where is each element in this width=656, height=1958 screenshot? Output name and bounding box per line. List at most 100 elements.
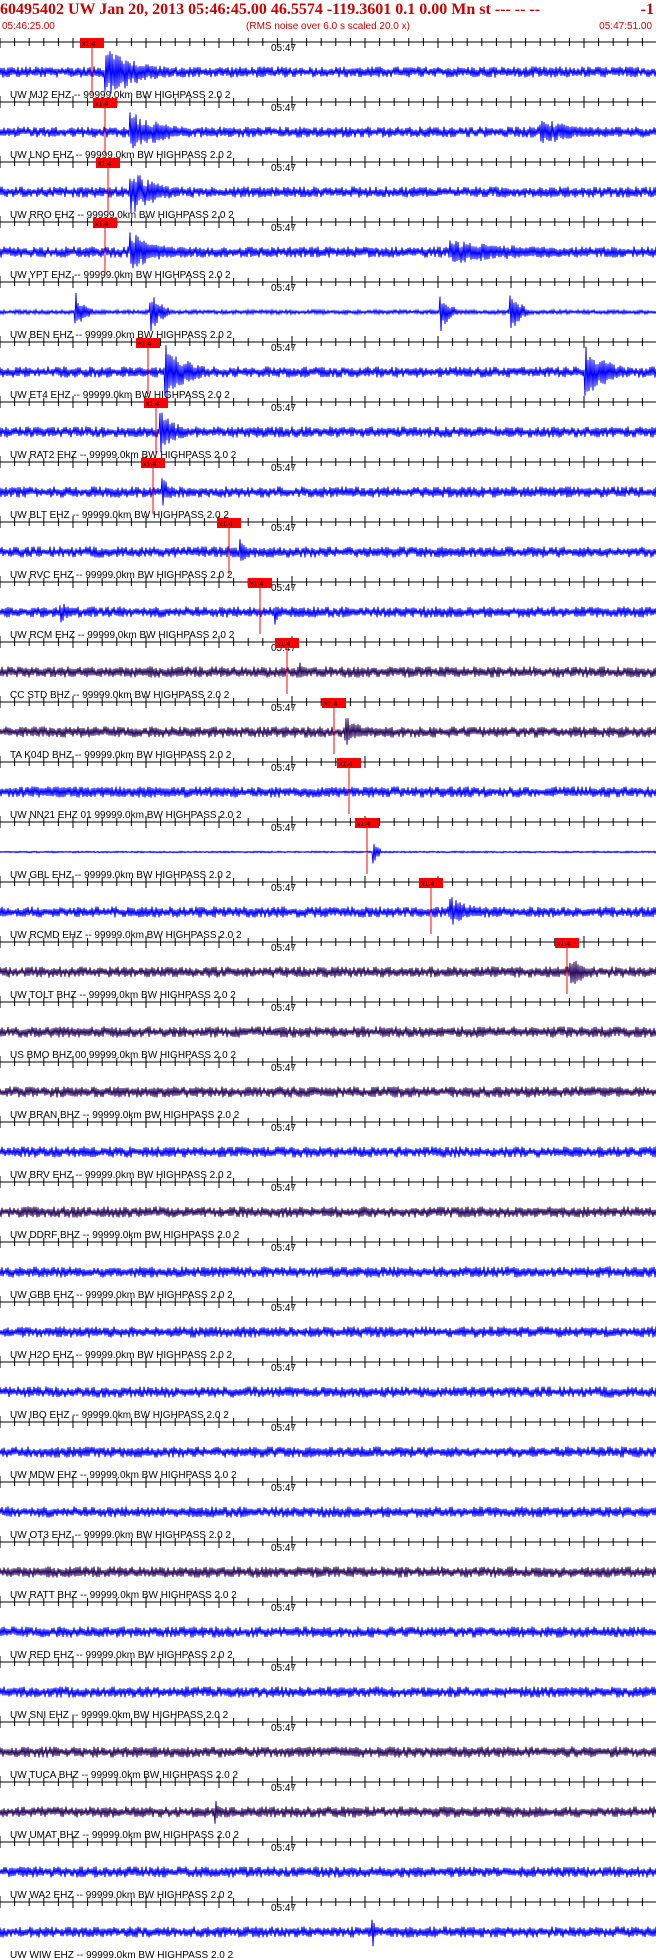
trace-4: 05:47 UW YPT EHZ -- 99999.0km BW HIGHPASS… xyxy=(0,216,656,281)
waveform xyxy=(0,175,656,213)
waveform xyxy=(0,1386,656,1398)
trace-15: 05:47 UW RCMD EHZ -- 99999.0km BW HIGHPAS… xyxy=(0,876,656,941)
pick-label: x1.4 xyxy=(277,641,290,648)
minute-label: 05:47 xyxy=(271,103,296,114)
trace-30: 05:47 UW UMAT BHZ -- 99999.0km BW HIGHPAS… xyxy=(0,1776,656,1841)
trace-24: 05:47UW MDW EHZ -- 99999.0km BW HIGHPASS… xyxy=(0,1416,656,1481)
minute-label: 05:47 xyxy=(271,883,296,894)
minute-label: 05:47 xyxy=(271,583,296,594)
trace-22: 05:47UW H2O EHZ -- 99999.0km BW HIGHPASS… xyxy=(0,1296,656,1361)
minute-label: 05:47 xyxy=(271,1243,296,1254)
waveform xyxy=(0,292,656,332)
trace-1: 05:47 UW MJ2 EHZ -- 99999.0km BW HIGHPASS… xyxy=(0,38,656,101)
pick-label: x1.4 xyxy=(143,461,156,468)
minute-label: 05:47 xyxy=(271,703,296,714)
rms-subtitle: (RMS noise over 6.0 s scaled 20.0 x) xyxy=(246,21,410,32)
trace-14: 05:47 UW GBL EHZ -- 99999.0km BW HIGHPASS… xyxy=(0,816,656,881)
pick-label: x1.4 xyxy=(82,41,95,48)
trace-29: 05:47UW TUCA BHZ -- 99999.0km BW HIGHPAS… xyxy=(0,1716,656,1781)
minute-label: 05:47 xyxy=(271,943,296,954)
waveform xyxy=(0,897,656,925)
pick-label: x1.4 xyxy=(557,941,570,948)
pick-label: x1.4 xyxy=(138,341,151,348)
minute-label: 05:47 xyxy=(271,1303,296,1314)
waveform xyxy=(0,1146,656,1158)
station-label: UW NN21 EHZ 01 99999.0km BW HIGHPASS 2.0… xyxy=(10,810,242,821)
station-label: UW UMAT BHZ -- 99999.0km BW HIGHPASS 2.0… xyxy=(10,1830,239,1841)
waveform xyxy=(0,1626,656,1638)
station-label: TA K04D BHZ -- 99999.0km BW HIGHPASS 2.0… xyxy=(10,750,232,761)
station-label: UW OT3 EHZ -- 99999.0km BW HIGHPASS 2.0 … xyxy=(10,1530,231,1541)
minute-label: 05:47 xyxy=(271,223,296,234)
station-label: UW GBL EHZ -- 99999.0km BW HIGHPASS 2.0 … xyxy=(10,870,232,881)
waveform xyxy=(0,232,656,269)
minute-label: 05:47 xyxy=(271,1123,296,1134)
pick-label: x1.4 xyxy=(357,821,370,828)
waveform xyxy=(0,786,656,798)
waveform xyxy=(0,718,656,745)
waveform xyxy=(0,1326,656,1338)
trace-5: 05:47UW BEN EHZ -- 99999.0km BW HIGHPASS… xyxy=(0,276,656,341)
trace-32: 05:47 UW WIW EHZ -- 99999.0km BW HIGHPASS… xyxy=(0,1896,656,1958)
time-range-bar: 05:46:25.00 (RMS noise over 6.0 s scaled… xyxy=(0,20,656,34)
trace-10: 05:47UW RCM EHZ -- 99999.0km BW HIGHPASS… xyxy=(0,576,656,641)
waveform xyxy=(0,112,656,149)
trace-19: 05:47UW BRV EHZ -- 99999.0km BW HIGHPASS… xyxy=(0,1116,656,1181)
trace-3: 05:47UW RRO EHZ -- 99999.0km BW HIGHPASS… xyxy=(0,156,656,221)
waveform xyxy=(0,539,656,561)
station-label: UW MJ2 EHZ -- 99999.0km BW HIGHPASS 2.0 … xyxy=(10,90,231,101)
trace-26: 05:47UW RATT BHZ -- 99999.0km BW HIGHPAS… xyxy=(0,1536,656,1601)
trace-23: 05:47 UW IBO EHZ -- 99999.0km BW HIGHPASS… xyxy=(0,1356,656,1421)
waveform xyxy=(0,412,656,453)
station-label: UW BLT EHZ -- 99999.0km BW HIGHPASS 2.0 … xyxy=(10,510,229,521)
minute-label: 05:47 xyxy=(271,163,296,174)
waveform xyxy=(0,51,656,94)
trace-25: 05:47 UW OT3 EHZ -- 99999.0km BW HIGHPASS… xyxy=(0,1476,656,1541)
station-label: UW BRAN BHZ -- 99999.0km BW HIGHPASS 2.0… xyxy=(10,1110,240,1121)
trace-13: 05:47 UW NN21 EHZ 01 99999.0km BW HIGHPAS… xyxy=(0,756,656,821)
minute-label: 05:47 xyxy=(271,1663,296,1674)
waveform xyxy=(0,1026,656,1038)
minute-label: 05:47 xyxy=(271,1783,296,1794)
waveform xyxy=(0,662,656,678)
station-label: UW IBO EHZ -- 99999.0km BW HIGHPASS 2.0 … xyxy=(10,1410,229,1421)
waveform xyxy=(0,478,656,506)
minute-label: 05:47 xyxy=(271,1063,296,1074)
event-title-text: 60495402 UW Jan 20, 2013 05:46:45.00 46.… xyxy=(0,1,541,18)
trace-31: 05:47UW WA2 EHZ -- 99999.0km BW HIGHPASS… xyxy=(0,1836,656,1901)
waveform xyxy=(0,603,656,625)
trace-21: 05:47UW GBB EHZ -- 99999.0km BW HIGHPASS… xyxy=(0,1236,656,1301)
waveform xyxy=(0,1506,656,1518)
pick-label: x1.4 xyxy=(98,161,111,168)
minute-label: 05:47 xyxy=(271,1183,296,1194)
station-label: UW WIW EHZ -- 99999.0km BW HIGHPASS 2.0 … xyxy=(10,1950,234,1958)
minute-label: 05:47 xyxy=(271,463,296,474)
event-title: 60495402 UW Jan 20, 2013 05:46:45.00 46.… xyxy=(0,0,656,20)
minute-label: 05:47 xyxy=(271,403,296,414)
pick-label: x1.4 xyxy=(324,701,337,708)
trace-27: 05:47UW RED EHZ -- 99999.0km BW HIGHPASS… xyxy=(0,1596,656,1661)
station-label: UW YPT EHZ -- 99999.0km BW HIGHPASS 2.0 … xyxy=(10,270,231,281)
waveform xyxy=(0,1566,656,1578)
station-label: UW SNI EHZ -- 99999.0km BW HIGHPASS 2.0 … xyxy=(10,1710,229,1721)
pick-label: x1.4 xyxy=(219,521,232,528)
minute-label: 05:47 xyxy=(271,1543,296,1554)
waveform xyxy=(0,960,656,985)
pick-label: x1.4 xyxy=(250,581,263,588)
trace-28: 05:47 UW SNI EHZ -- 99999.0km BW HIGHPASS… xyxy=(0,1656,656,1721)
waveform xyxy=(0,1206,656,1218)
pick-label: x1.4 xyxy=(146,401,159,408)
waveform xyxy=(0,1686,656,1698)
pick-label: x1.4 xyxy=(95,101,108,108)
trace-7: 05:47UW RAT2 EHZ -- 99999.0km BW HIGHPAS… xyxy=(0,396,656,461)
minute-label: 05:47 xyxy=(271,343,296,354)
waveform xyxy=(0,1801,656,1824)
waveform xyxy=(0,1919,656,1947)
trace-17: 05:47US BMO BHZ 00 99999.0km BW HIGHPASS… xyxy=(0,996,656,1061)
end-time: 05:47:51.00 xyxy=(599,21,652,32)
minute-label: 05:47 xyxy=(271,1903,296,1914)
minute-label: 05:47 xyxy=(271,283,296,294)
trace-20: 05:47 UW DDRF BHZ -- 99999.0km BW HIGHPAS… xyxy=(0,1176,656,1241)
waveform xyxy=(0,844,656,864)
trace-6: 05:47 UW ET4 EHZ -- 99999.0km BW HIGHPASS… xyxy=(0,336,656,401)
